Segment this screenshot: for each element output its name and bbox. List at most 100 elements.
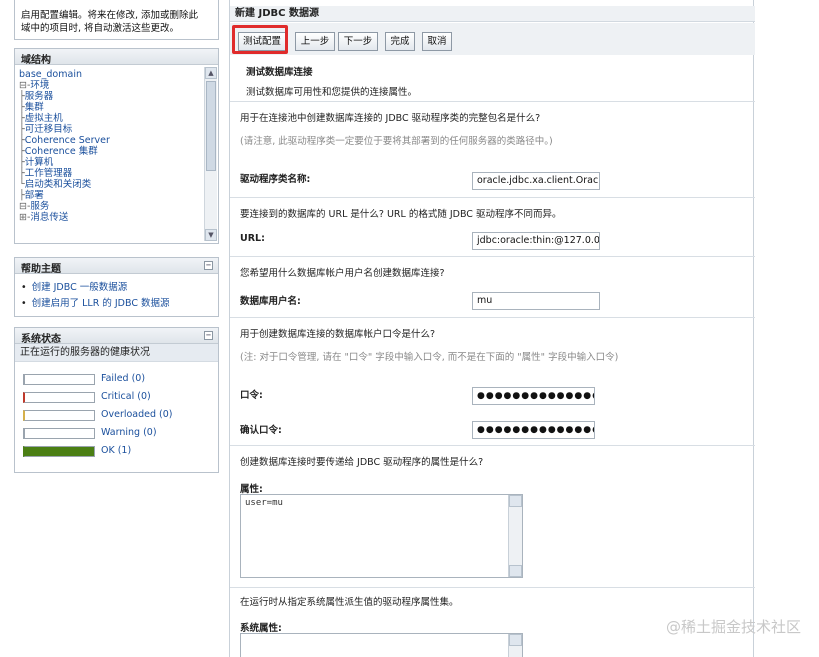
password-label: 口令: (240, 390, 263, 401)
back-button[interactable]: 上一步 (295, 32, 335, 51)
tree-item-label[interactable]: 虚拟主机 (25, 113, 63, 124)
info-line-1: 启用配置编辑。将来在修改, 添加或删除此 (21, 10, 199, 21)
status-label[interactable]: Warning (0) (101, 427, 157, 438)
finish-button[interactable]: 完成 (385, 32, 415, 51)
status-row: OK (1) (23, 442, 218, 460)
tree-item[interactable]: ├工作管理器 (19, 168, 202, 179)
status-row: Failed (0) (23, 370, 218, 388)
system-properties-textarea[interactable] (240, 633, 523, 657)
status-bar (23, 374, 95, 385)
username-question: 您希望用什么数据库帐户用户名创建数据库连接? (240, 268, 445, 279)
tree-item-label[interactable]: 服务器 (25, 91, 54, 102)
system-status-subtitle: 正在运行的服务器的健康状况 (15, 344, 218, 362)
system-properties-question: 在运行时从指定系统属性派生值的驱动程序属性集。 (240, 597, 459, 608)
tree-item-label[interactable]: 服务 (30, 201, 49, 212)
status-bar (23, 410, 95, 421)
tree-item[interactable]: ├可迁移目标 (19, 124, 202, 135)
tree-item-label[interactable]: 启动类和关闭类 (25, 179, 92, 190)
tree-item-label[interactable]: base_domain (19, 69, 82, 80)
driver-class-label: 驱动程序类名称: (240, 174, 311, 185)
help-link-jdbc-llr[interactable]: 创建启用了 LLR 的 JDBC 数据源 (21, 296, 212, 312)
tree-item-label[interactable]: 计算机 (25, 157, 54, 168)
system-properties-label: 系统属性: (240, 623, 282, 634)
tree-item-label[interactable]: 集群 (25, 102, 44, 113)
driver-class-input[interactable]: oracle.jdbc.xa.client.Oracl (472, 172, 600, 190)
change-center-panel: 启用配置编辑。将来在修改, 添加或删除此 域中的项目时, 将自动激活这些更改。 (14, 0, 219, 40)
tree-item-label[interactable]: Coherence Server (25, 135, 110, 146)
tree-item[interactable]: ├虚拟主机 (19, 113, 202, 124)
password-input[interactable]: ●●●●●●●●●●●●●●●●●●●●●● (472, 387, 595, 405)
help-link-jdbc-generic[interactable]: 创建 JDBC 一般数据源 (21, 280, 212, 296)
minimize-icon[interactable]: − (204, 261, 213, 270)
password-question: 用于创建数据库连接的数据库帐户口令是什么? (240, 329, 436, 340)
scroll-up-icon[interactable] (509, 495, 522, 507)
url-input[interactable]: jdbc:oracle:thin:@127.0.0. (472, 232, 600, 250)
tree-item[interactable]: ⊟-服务 (19, 201, 202, 212)
tree-item[interactable]: ├服务器 (19, 91, 202, 102)
tree-item[interactable]: └启动类和关闭类 (19, 179, 202, 190)
system-status-header: 系统状态 − (15, 328, 218, 345)
status-label[interactable]: Failed (0) (101, 373, 145, 384)
status-rows: Failed (0) Critical (0) Overloaded (0) Warn… (15, 370, 218, 460)
scroll-up-icon[interactable]: ▲ (205, 67, 217, 79)
tree-item[interactable]: ├Coherence 集群 (19, 146, 202, 157)
confirm-password-input[interactable]: ●●●●●●●●●●●●●●●●●●●●●● (472, 421, 595, 439)
status-bar (23, 392, 95, 403)
tree-scrollbar[interactable]: ▲ ▼ (204, 67, 217, 241)
tree-item-label[interactable]: 消息传送 (30, 212, 68, 223)
domain-structure-panel: 域结构 base_domain ⊟-环境 ├服务器 ├集群 ├虚拟主机 ├可迁移目… (14, 48, 219, 244)
driver-question: 用于在连接池中创建数据库连接的 JDBC 驱动程序类的完整包名是什么? (240, 113, 541, 124)
tree-connector: ⊟- (19, 201, 31, 212)
test-connection-heading: 测试数据库连接 (246, 67, 313, 78)
left-column: 启用配置编辑。将来在修改, 添加或删除此 域中的项目时, 将自动激活这些更改。 … (14, 0, 219, 473)
status-row: Critical (0) (23, 388, 218, 406)
properties-label: 属性: (240, 484, 263, 495)
watermark: @稀土掘金技术社区 (665, 618, 801, 636)
system-status-panel: 系统状态 − 正在运行的服务器的健康状况 Failed (0) Critical … (14, 327, 219, 473)
username-input[interactable]: mu (472, 292, 600, 310)
tree-item[interactable]: ⊟-环境 (19, 80, 202, 91)
scroll-up-icon[interactable] (509, 634, 522, 646)
scroll-down-icon[interactable] (509, 565, 522, 577)
textarea-scrollbar[interactable] (508, 495, 522, 577)
scroll-down-icon[interactable]: ▼ (205, 229, 217, 241)
properties-value: user=mu (245, 498, 283, 508)
status-label[interactable]: OK (1) (101, 445, 131, 456)
wizard-toolbar: 测试配置 上一步 下一步 完成 取消 (230, 23, 755, 55)
domain-tree: base_domain ⊟-环境 ├服务器 ├集群 ├虚拟主机 ├可迁移目标 ├C… (19, 69, 202, 241)
tree-connector: ⊟- (19, 80, 31, 91)
status-label[interactable]: Critical (0) (101, 391, 151, 402)
status-label[interactable]: Overloaded (0) (101, 409, 173, 420)
domain-structure-title: 域结构 (15, 49, 218, 66)
tree-item[interactable]: base_domain (19, 69, 202, 80)
properties-question: 创建数据库连接时要传递给 JDBC 驱动程序的属性是什么? (240, 457, 484, 468)
tree-item-label[interactable]: Coherence 集群 (25, 146, 98, 157)
properties-section: 创建数据库连接时要传递给 JDBC 驱动程序的属性是什么? 属性: user=m… (230, 445, 755, 586)
tree-item[interactable]: ├集群 (19, 102, 202, 113)
tree-item[interactable]: ├计算机 (19, 157, 202, 168)
tree-item[interactable]: ├Coherence Server (19, 135, 202, 146)
textarea-scrollbar[interactable] (508, 634, 522, 657)
info-line-2: 域中的项目时, 将自动激活这些更改。 (21, 23, 180, 34)
cancel-button[interactable]: 取消 (422, 32, 452, 51)
scroll-thumb[interactable] (206, 81, 216, 171)
test-connection-section: 测试数据库连接 测试数据库可用性和您提供的连接属性。 (230, 58, 755, 100)
tree-item[interactable]: ⊞-消息传送 (19, 212, 202, 223)
tree-item-label[interactable]: 部署 (25, 190, 44, 201)
driver-section: 用于在连接池中创建数据库连接的 JDBC 驱动程序类的完整包名是什么? (请注意… (230, 101, 755, 196)
help-topics-panel: 帮助主题 − 创建 JDBC 一般数据源 创建启用了 LLR 的 JDBC 数据… (14, 257, 219, 317)
tree-item-label[interactable]: 环境 (30, 80, 49, 91)
properties-textarea[interactable]: user=mu (240, 494, 523, 578)
system-status-title: 系统状态 (21, 334, 61, 345)
tree-item[interactable]: ├部署 (19, 190, 202, 201)
next-button[interactable]: 下一步 (338, 32, 378, 51)
help-links: 创建 JDBC 一般数据源 创建启用了 LLR 的 JDBC 数据源 (15, 274, 218, 316)
tree-item-label[interactable]: 工作管理器 (25, 168, 73, 179)
page-title: 新建 JDBC 数据源 (230, 6, 755, 22)
create-jdbc-datasource-form: 新建 JDBC 数据源 测试配置 上一步 下一步 完成 取消 测试数据库连接 测… (229, 0, 755, 657)
password-hint: (注: 对于口令管理, 请在 "口令" 字段中输入口令, 而不是在下面的 "属性… (240, 352, 619, 363)
help-topics-title: 帮助主题 (21, 264, 61, 275)
minimize-icon[interactable]: − (204, 331, 213, 340)
url-question: 要连接到的数据库的 URL 是什么? URL 的格式随 JDBC 驱动程序不同而… (240, 209, 562, 220)
tree-item-label[interactable]: 可迁移目标 (25, 124, 73, 135)
